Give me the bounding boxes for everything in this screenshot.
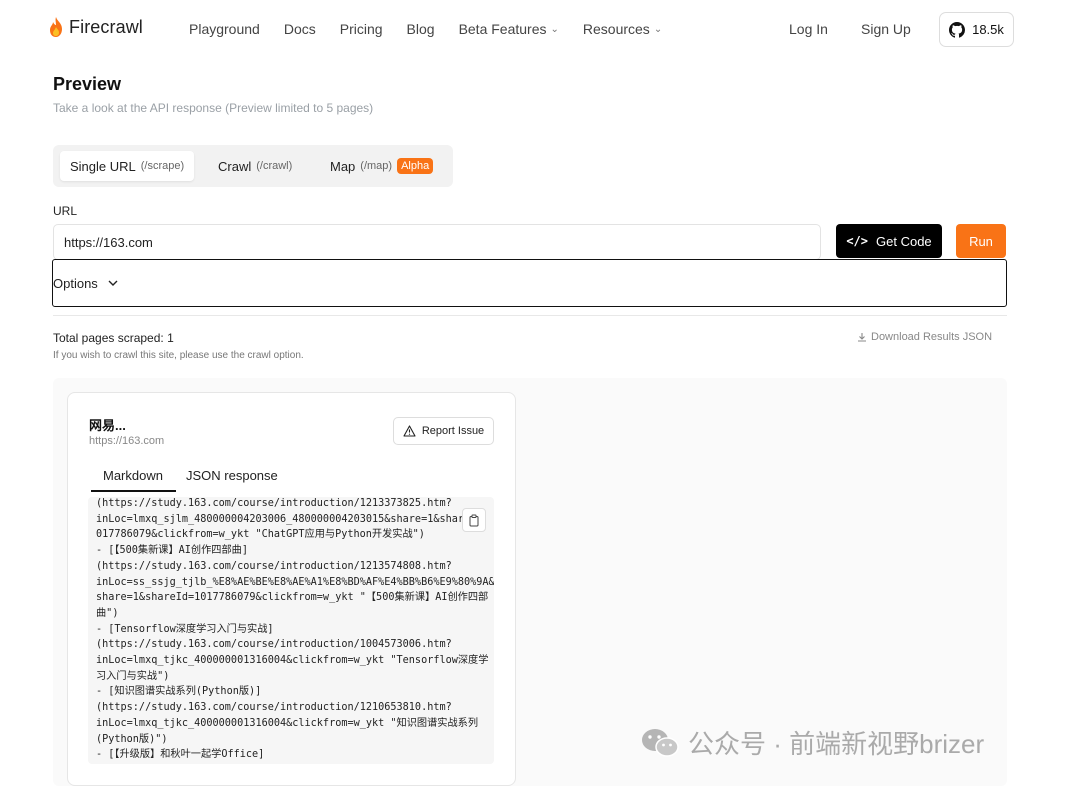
active-tab-indicator: [91, 490, 176, 492]
markdown-line: share=1&shareId=1017786079&clickfrom=w_y…: [96, 592, 489, 604]
get-code-label: Get Code: [876, 233, 932, 249]
nav-link-label: Docs: [283, 21, 316, 37]
mode-tabs: Single URL (/scrape) Crawl (/crawl) Map …: [53, 145, 453, 187]
nav-link-docs[interactable]: Docs: [284, 21, 316, 37]
tab-hint: (/map): [360, 160, 393, 172]
nav-link-label: Pricing: [339, 21, 383, 37]
markdown-line: (https://study.163.com/course/introducti…: [96, 560, 452, 572]
copy-button[interactable]: [462, 508, 486, 532]
github-stars-count: 18.5k: [972, 22, 1004, 37]
nav-link-label: Beta Features: [458, 21, 547, 37]
nav-link-playground[interactable]: Playground: [189, 21, 260, 37]
github-icon: [949, 21, 966, 38]
nav-link-pricing[interactable]: Pricing: [340, 21, 383, 37]
tab-markdown[interactable]: Markdown: [103, 468, 163, 483]
markdown-line: inLoc=ss_ssjg_tjlb_%E8%AE%BE%E8%AE%A1%E8…: [96, 576, 494, 588]
code-icon: </>: [846, 234, 869, 248]
markdown-line: 017786079&clickfrom=w_ykt "ChatGPT应用与Pyt…: [96, 529, 425, 541]
crawl-hint-text: If you wish to crawl this site, please u…: [53, 350, 304, 361]
total-pages-text: Total pages scraped: 1: [53, 331, 174, 345]
markdown-line: - [【升级版】和秋叶一起学Office]: [96, 749, 265, 761]
markdown-line: 曲"): [96, 607, 119, 619]
flame-icon: [50, 17, 62, 37]
brand-name: Firecrawl: [69, 16, 143, 37]
alpha-badge: Alpha: [397, 158, 434, 174]
watermark: 公众号 · 前端新视野brizer: [640, 724, 984, 761]
markdown-line: - [知识图谱实战系列(Python版)]: [96, 686, 262, 698]
nav-link-label: Playground: [189, 21, 260, 37]
run-button[interactable]: Run: [956, 224, 1006, 258]
clipboard-icon: [469, 514, 479, 526]
nav-link-resources[interactable]: Resources ⌄: [583, 21, 662, 37]
tab-label: Single URL: [70, 158, 136, 174]
page-title: Preview: [53, 74, 122, 94]
download-results-button[interactable]: Download Results JSON: [857, 331, 992, 343]
chevron-down-icon: ⌄: [550, 23, 559, 35]
url-label: URL: [53, 204, 78, 218]
top-nav: Firecrawl Playground Docs Pricing Blog B…: [0, 0, 1080, 60]
chevron-down-icon: ⌄: [653, 23, 663, 35]
tab-label: Crawl: [218, 158, 252, 174]
url-input-value: https://163.com: [64, 234, 153, 250]
login-link[interactable]: Log In: [789, 21, 828, 37]
markdown-text: (https://study.163.com/course/introducti…: [96, 497, 494, 763]
chevron-down-icon: [108, 276, 118, 290]
nav-link-label: Resources: [582, 21, 650, 37]
tab-crawl[interactable]: Crawl (/crawl): [208, 151, 302, 181]
markdown-line: inLoc=lmxq_sjlm_480000004203006_48000000…: [96, 513, 471, 525]
markdown-line: (Python版)"): [96, 733, 168, 745]
markdown-line: inLoc=lmxq_tjkc_400000001316004&clickfro…: [96, 655, 489, 667]
github-stars-button[interactable]: 18.5k: [939, 12, 1014, 47]
options-label: Options: [53, 275, 98, 291]
result-title: 网易...: [89, 418, 126, 433]
tab-json-response[interactable]: JSON response: [186, 468, 278, 483]
markdown-line: (https://study.163.com/course/introducti…: [96, 498, 452, 509]
download-icon: [858, 333, 866, 342]
page-subtitle: Take a look at the API response (Preview…: [53, 101, 374, 115]
markdown-line: - [【500集新课】AI创作四部曲]: [96, 545, 248, 557]
nav-link-beta-features[interactable]: Beta Features ⌄: [459, 21, 559, 37]
tab-map[interactable]: Map (/map) Alpha: [320, 151, 443, 181]
markdown-line: inLoc=lmxq_tjkc_400000001316004&clickfro…: [96, 717, 479, 729]
brand-logo[interactable]: Firecrawl: [47, 16, 143, 38]
wechat-icon: [642, 728, 679, 757]
divider: [53, 315, 1007, 316]
nav-links: Playground Docs Pricing Blog Beta Featur…: [189, 21, 686, 37]
tab-hint: (/scrape): [140, 160, 185, 172]
report-issue-button[interactable]: Report Issue: [393, 417, 494, 445]
markdown-content[interactable]: (https://study.163.com/course/introducti…: [88, 497, 494, 764]
signup-link[interactable]: Sign Up: [861, 21, 911, 37]
markdown-line: (https://study.163.com/course/introducti…: [96, 702, 452, 714]
markdown-line: - [Tensorflow深度学习入门与实战]: [96, 623, 274, 635]
nav-link-blog[interactable]: Blog: [407, 21, 435, 37]
result-url: https://163.com: [89, 435, 165, 447]
markdown-line: (https://study.163.com/course/introducti…: [96, 639, 452, 651]
tab-label: Map: [330, 158, 356, 174]
options-toggle[interactable]: Options: [52, 259, 1007, 307]
download-label: Download Results JSON: [871, 331, 993, 343]
get-code-button[interactable]: </> Get Code: [836, 224, 942, 258]
report-issue-label: Report Issue: [421, 425, 485, 437]
tab-hint: (/crawl): [256, 160, 293, 172]
run-label: Run: [969, 233, 993, 249]
markdown-line: 习入门与实战"): [96, 670, 170, 682]
nav-link-label: Blog: [406, 21, 435, 37]
url-input[interactable]: https://163.com: [53, 224, 821, 260]
watermark-text: 公众号 · 前端新视野brizer: [688, 729, 985, 759]
tab-single-url[interactable]: Single URL (/scrape): [60, 151, 195, 181]
warning-icon: [403, 425, 416, 437]
